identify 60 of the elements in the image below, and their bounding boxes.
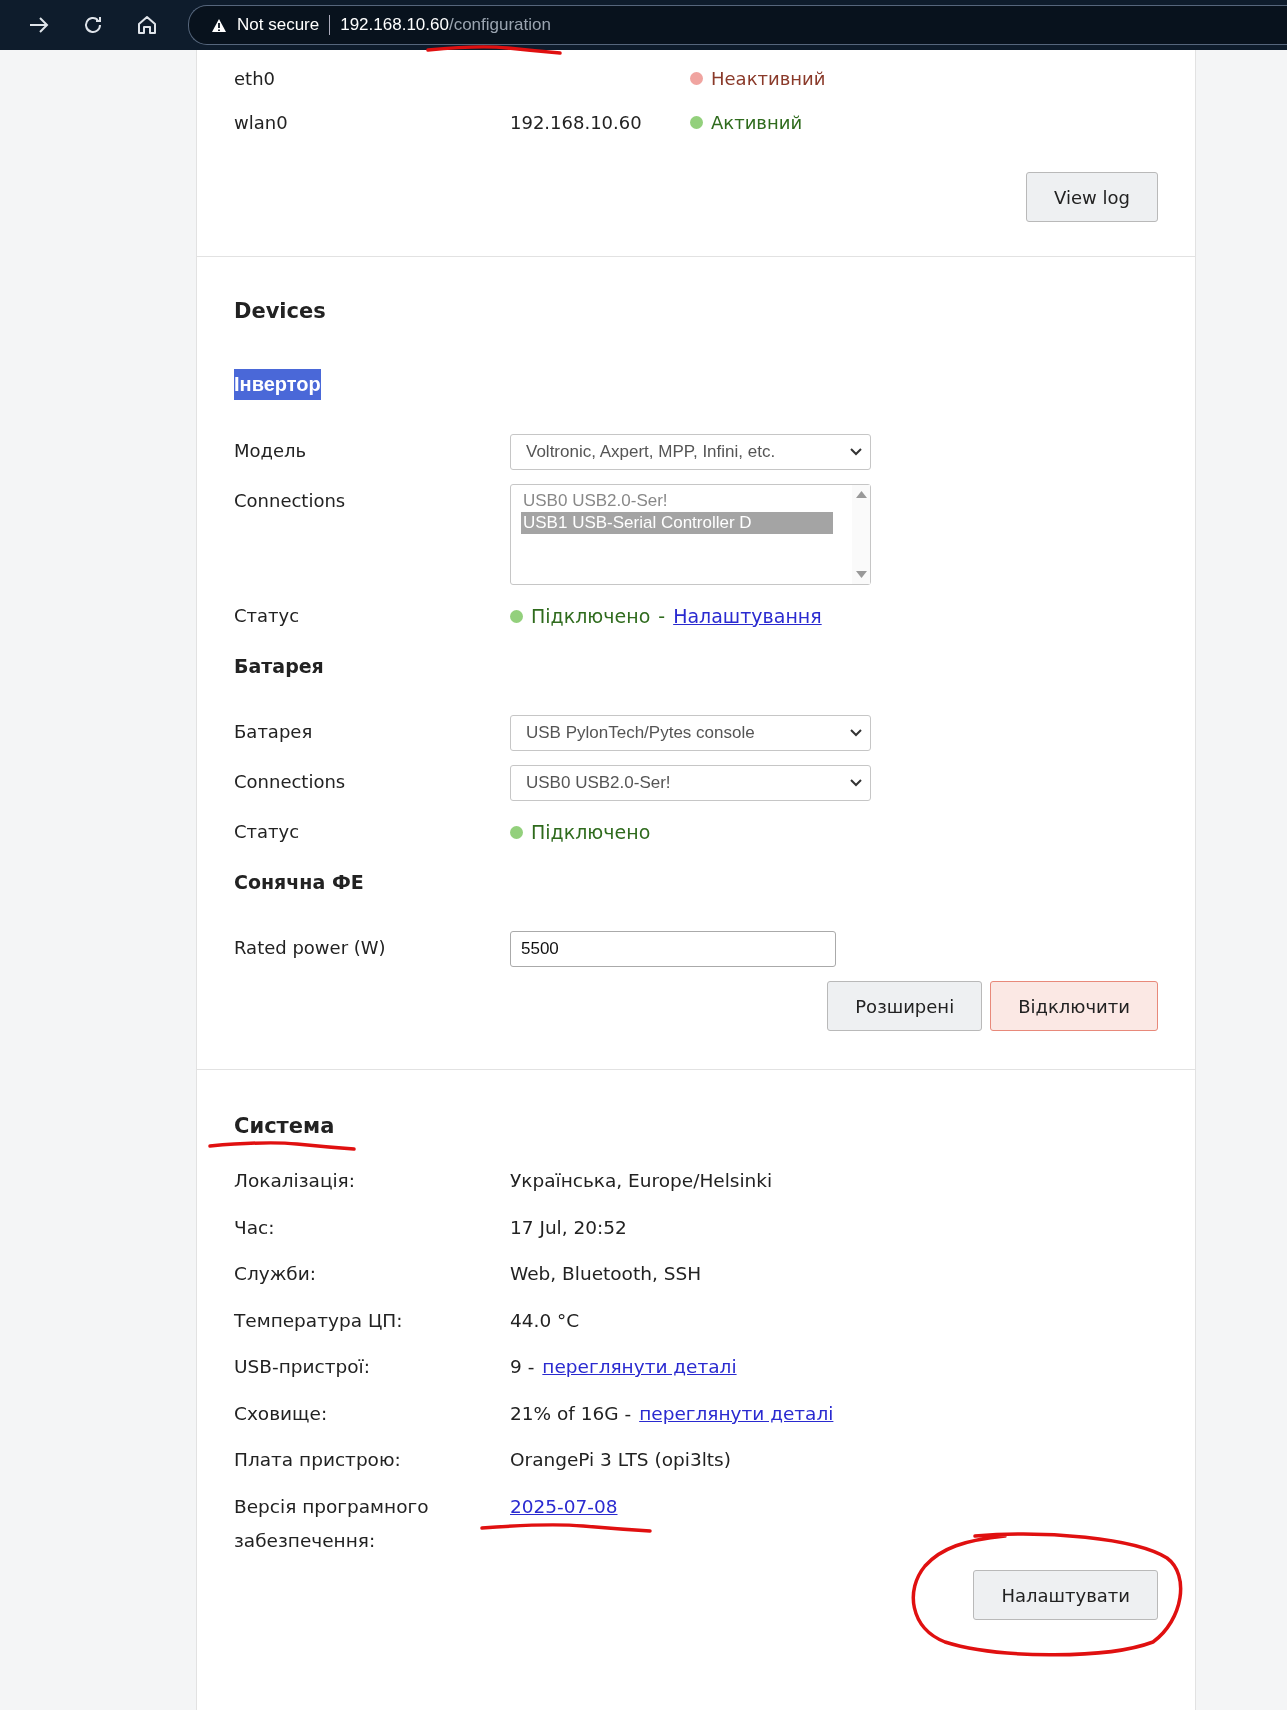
address-bar[interactable]: Not secure 192.168.10.60/configuration (188, 5, 1287, 45)
field-label: Батарея (234, 720, 314, 742)
scrollbar[interactable] (852, 485, 870, 584)
info-label: Локалізація: (234, 1169, 356, 1193)
field-label: Rated power (W) (234, 936, 387, 958)
list-option[interactable]: USB0 USB2.0-Ser! (521, 490, 833, 512)
details-link[interactable]: переглянути деталі (542, 1350, 737, 1384)
section-heading: Devices (234, 299, 327, 323)
info-value: 21% of 16G - (510, 1401, 632, 1426)
ip-address: 192.168.10.60 (510, 111, 643, 133)
details-link[interactable]: переглянути деталі (639, 1396, 834, 1431)
chevron-icon (850, 729, 862, 737)
disconnect-button[interactable]: Відключити (990, 981, 1158, 1031)
chevron-icon (850, 779, 862, 787)
info-value: 9 - (510, 1355, 535, 1379)
info-value: Web, Bluetooth, SSH (510, 1262, 702, 1286)
field-label: Connections (234, 770, 347, 792)
info-label: Сховище: (234, 1401, 329, 1426)
security-label: Not secure (237, 15, 320, 35)
info-label: Час: (234, 1215, 276, 1240)
field-label: Статус (234, 604, 301, 626)
interface-name: wlan0 (234, 111, 289, 133)
configure-button[interactable]: Налаштувати (973, 1570, 1158, 1620)
chevron-icon (850, 448, 862, 456)
settings-link[interactable]: Налаштування (673, 605, 822, 627)
interface-status: Неактивний (690, 67, 1158, 89)
field-label: Модель (234, 439, 308, 461)
device-heading: Сонячна ФЕ (234, 870, 364, 895)
details-link[interactable]: 2025-07-08 (510, 1489, 618, 1524)
scroll-up-icon (855, 491, 867, 498)
url-text: 192.168.10.60/configuration (340, 15, 551, 35)
list-box[interactable]: USB0 USB2.0-Ser! USB1 USB-Serial Controller D (510, 484, 871, 585)
info-value: Українська, Europe/Helsinki (510, 1169, 773, 1193)
info-label: Служби: (234, 1262, 318, 1286)
device-heading: Батарея (234, 654, 324, 679)
info-value: 17 Jul, 20:52 (510, 1215, 627, 1240)
info-value: OrangePi 3 LTS (opi3lts) (510, 1448, 731, 1472)
device-heading: Інвертор (234, 369, 321, 400)
input-field[interactable]: 5500 (510, 931, 836, 967)
home-icon[interactable] (135, 13, 159, 37)
advanced-button[interactable]: Розширені (827, 981, 983, 1031)
section-heading: Система (234, 1114, 335, 1138)
dropdown[interactable]: USB0 USB2.0-Ser! (510, 765, 871, 801)
view-log-button[interactable]: View log (1026, 172, 1158, 222)
status-text: Підключено (531, 821, 651, 843)
separator-text: - (658, 605, 666, 627)
scroll-down-icon (855, 571, 867, 578)
warning-icon (211, 17, 227, 33)
info-value: 44.0 °C (510, 1308, 580, 1333)
field-label: Connections (234, 489, 347, 511)
field-label: Статус (234, 820, 301, 842)
dropdown[interactable]: USB PylonTech/Pytes console (510, 715, 871, 751)
status-text: Підключено (531, 605, 651, 627)
interface-name: eth0 (234, 67, 276, 89)
info-label: Температура ЦП: (234, 1308, 404, 1333)
dropdown[interactable]: Voltronic, Axpert, MPP, Infini, etc. (510, 434, 871, 470)
info-label: Плата пристрою: (234, 1448, 402, 1472)
info-label: USB-пристрої: (234, 1355, 371, 1379)
info-label: Версія програмного забезпечення: (234, 1494, 430, 1553)
interface-status: Активний (690, 111, 1158, 133)
